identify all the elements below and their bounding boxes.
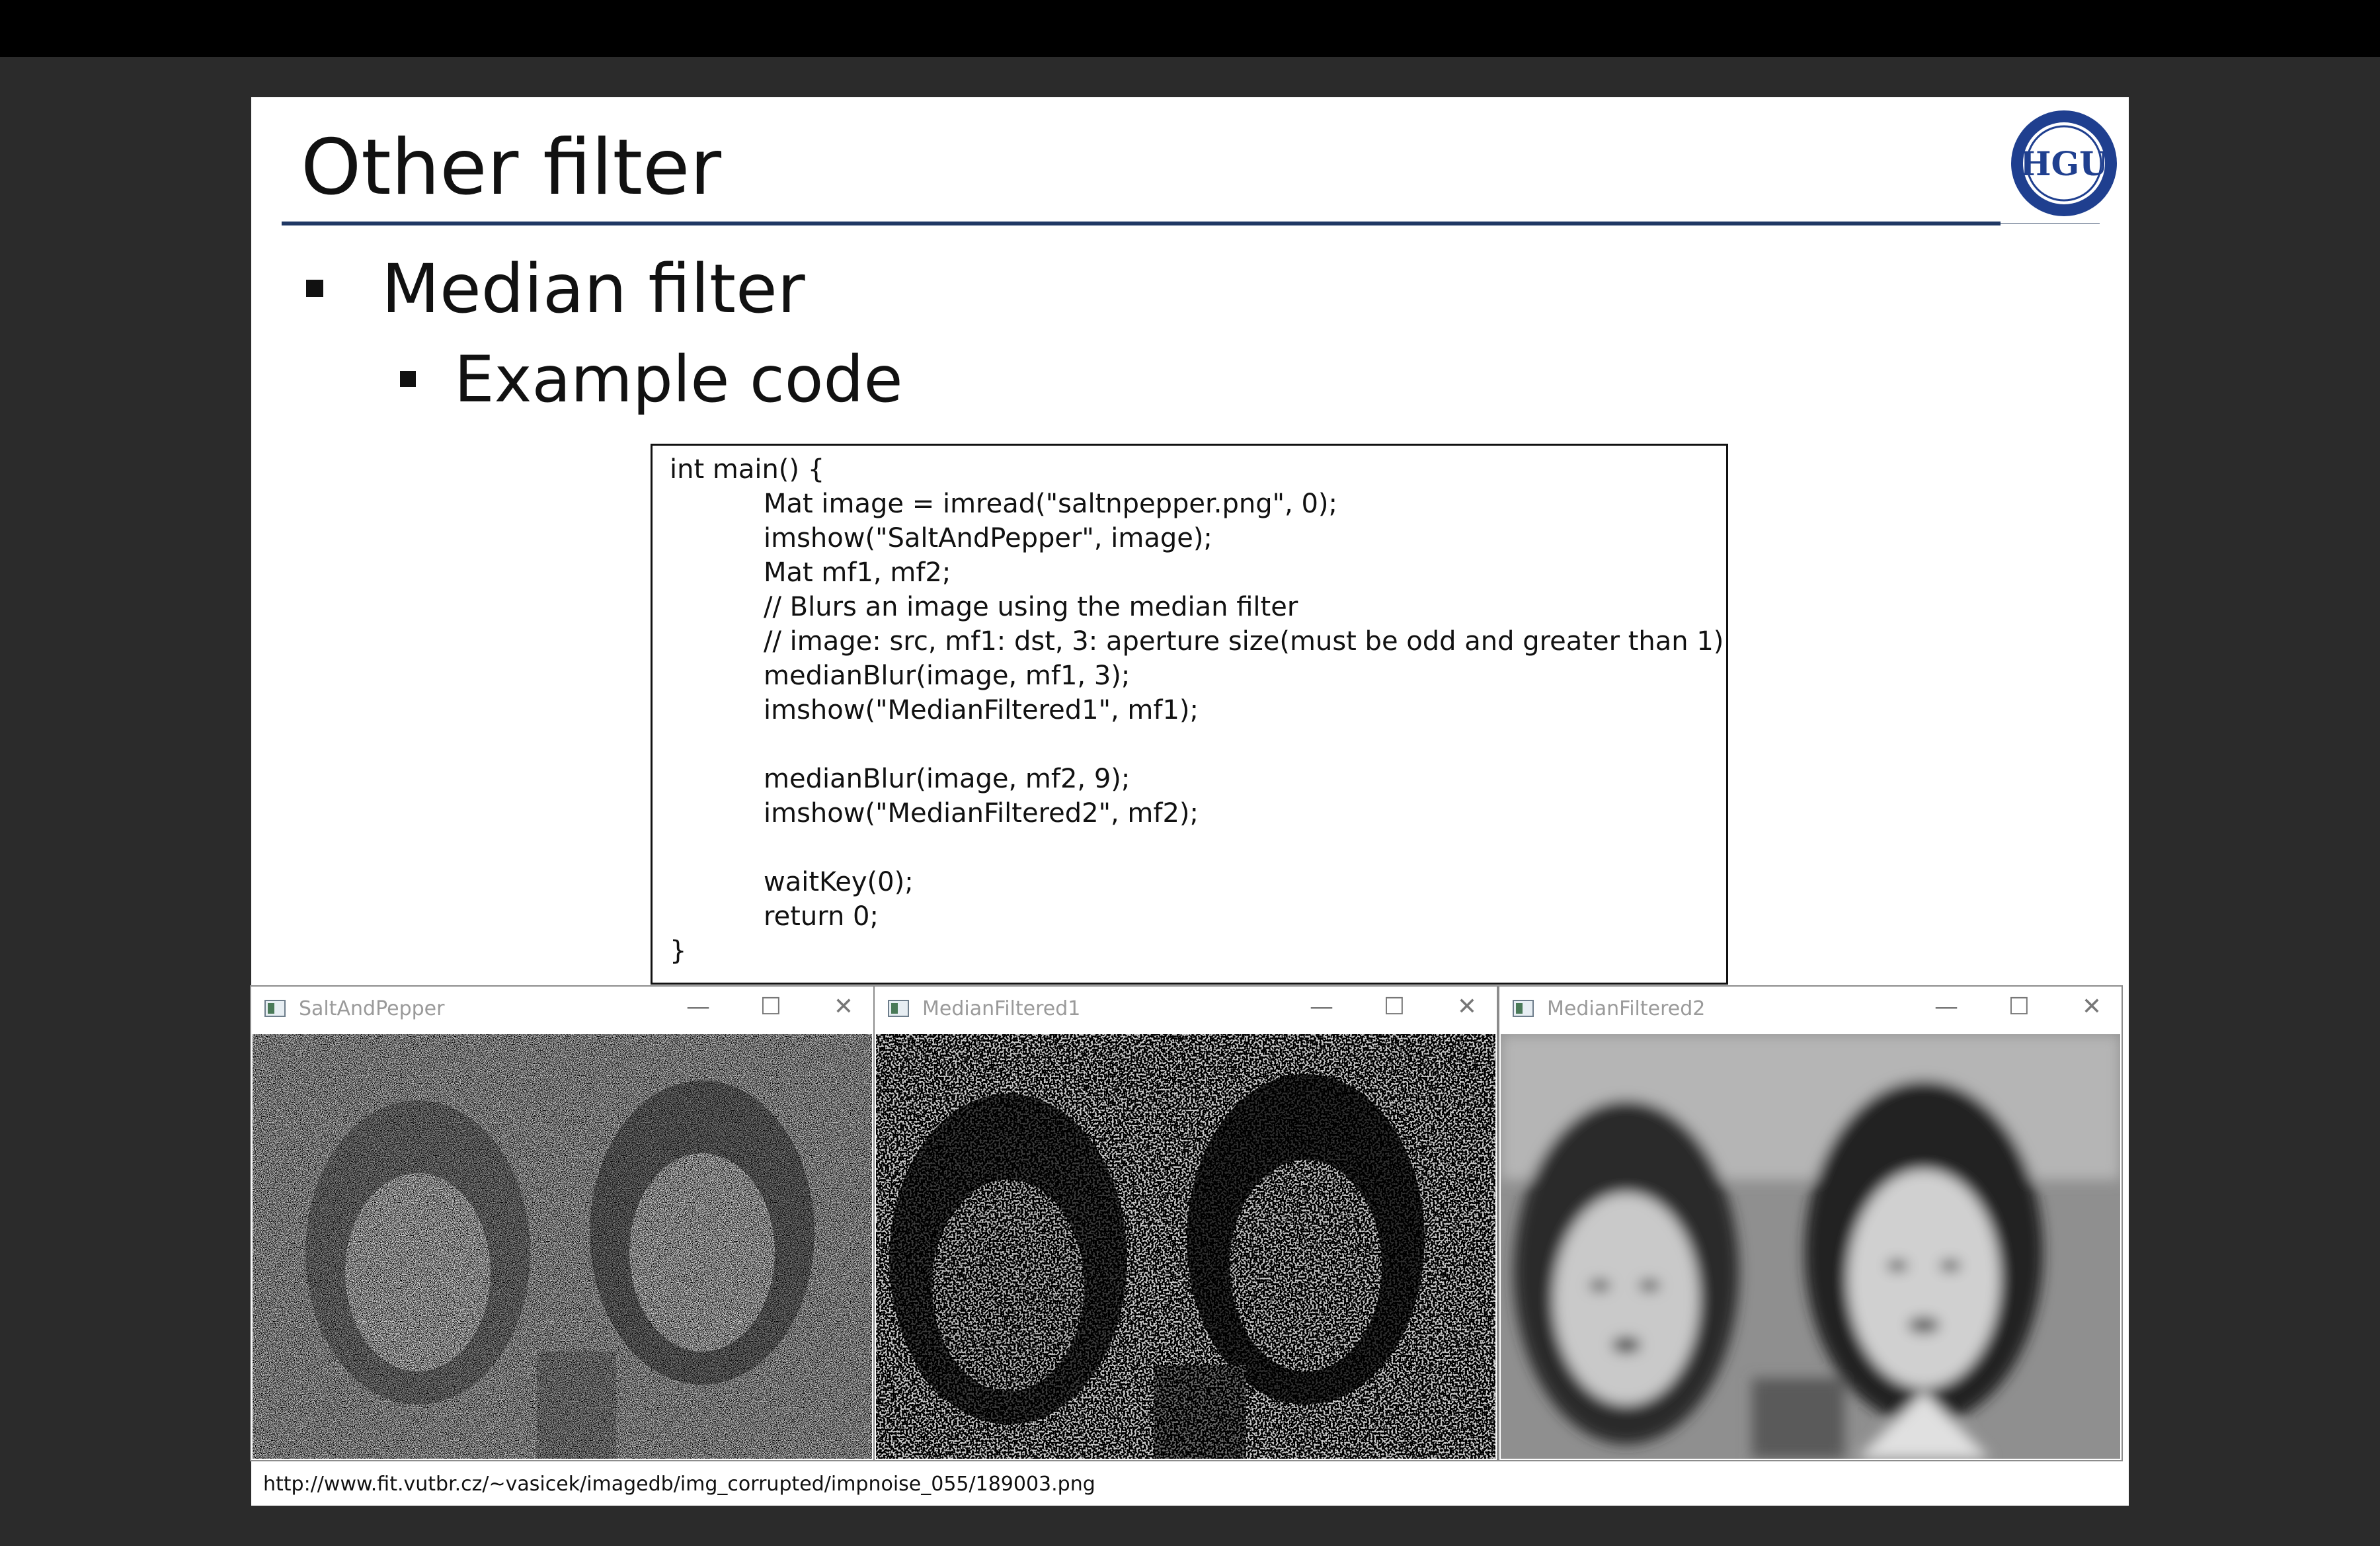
- window-title: MedianFiltered2: [1547, 997, 1706, 1020]
- bullet-square-icon: [306, 280, 323, 298]
- window-titlebar[interactable]: SaltAndPepper — ☐ ✕: [251, 987, 873, 1033]
- noisy-image: [253, 1034, 872, 1459]
- minimize-icon[interactable]: —: [1930, 993, 1963, 1020]
- bullet-median-filter: Median filter: [306, 249, 805, 330]
- bullet-example-code: Example code: [400, 342, 903, 418]
- maximize-icon[interactable]: ☐: [2003, 993, 2036, 1020]
- minimize-icon[interactable]: —: [682, 993, 715, 1020]
- window-medianfiltered2: MedianFiltered2 — ☐ ✕: [1498, 985, 2123, 1461]
- code-line: int main() {: [670, 454, 825, 485]
- close-icon[interactable]: ✕: [2075, 993, 2108, 1020]
- code-line: medianBlur(image, mf1, 3);: [764, 661, 1130, 691]
- window-app-icon: [888, 1000, 909, 1017]
- window-title: SaltAndPepper: [299, 997, 445, 1020]
- code-line: imshow("MedianFiltered2", mf2);: [764, 798, 1199, 829]
- code-block: int main() { Mat image = imread("saltnpe…: [651, 444, 1728, 985]
- window-titlebar[interactable]: MedianFiltered1 — ☐ ✕: [875, 987, 1497, 1033]
- close-icon[interactable]: ✕: [1450, 993, 1484, 1020]
- code-line: medianBlur(image, mf2, 9);: [764, 764, 1130, 794]
- code-line: Mat image = imread("saltnpepper.png", 0)…: [764, 489, 1337, 519]
- median-filtered-image-9: [1501, 1034, 2120, 1459]
- top-black-bar: [0, 0, 2380, 57]
- bullet-square-icon: [400, 370, 416, 387]
- close-icon[interactable]: ✕: [827, 993, 860, 1020]
- window-saltandpepper: SaltAndPepper — ☐ ✕: [250, 985, 875, 1461]
- code-line: }: [670, 936, 687, 966]
- bullet-level2-text: Example code: [454, 343, 903, 417]
- code-line: imshow("SaltAndPepper", image);: [764, 523, 1212, 553]
- window-title: MedianFiltered1: [922, 997, 1081, 1020]
- maximize-icon[interactable]: ☐: [1378, 993, 1411, 1020]
- window-app-icon: [264, 1000, 286, 1017]
- title-underline: [282, 222, 2001, 225]
- code-line: waitKey(0);: [764, 867, 914, 897]
- image-source-url: http://www.fit.vutbr.cz/~vasicek/imagedb…: [263, 1473, 1095, 1496]
- code-line: // image: src, mf1: dst, 3: aperture siz…: [764, 626, 1724, 657]
- slide: Other filter HGU Median filter Example c…: [250, 97, 2129, 1506]
- bullet-level1-text: Median filter: [381, 250, 805, 329]
- maximize-icon[interactable]: ☐: [754, 993, 787, 1020]
- minimize-icon[interactable]: —: [1305, 993, 1338, 1020]
- window-medianfiltered1: MedianFiltered1 — ☐ ✕: [873, 985, 1498, 1461]
- code-line: Mat mf1, mf2;: [764, 557, 951, 588]
- median-filtered-image-3: [876, 1034, 1495, 1459]
- code-line: imshow("MedianFiltered1", mf1);: [764, 695, 1199, 725]
- code-line: // Blurs an image using the median filte…: [764, 592, 1298, 622]
- slide-title: Other filter: [301, 123, 722, 212]
- title-underline-extension: [2001, 223, 2100, 224]
- window-titlebar[interactable]: MedianFiltered2 — ☐ ✕: [1499, 987, 2122, 1033]
- university-logo-icon: HGU: [2008, 108, 2120, 219]
- logo-text: HGU: [2020, 144, 2108, 183]
- code-line: return 0;: [764, 901, 879, 932]
- window-app-icon: [1513, 1000, 1534, 1017]
